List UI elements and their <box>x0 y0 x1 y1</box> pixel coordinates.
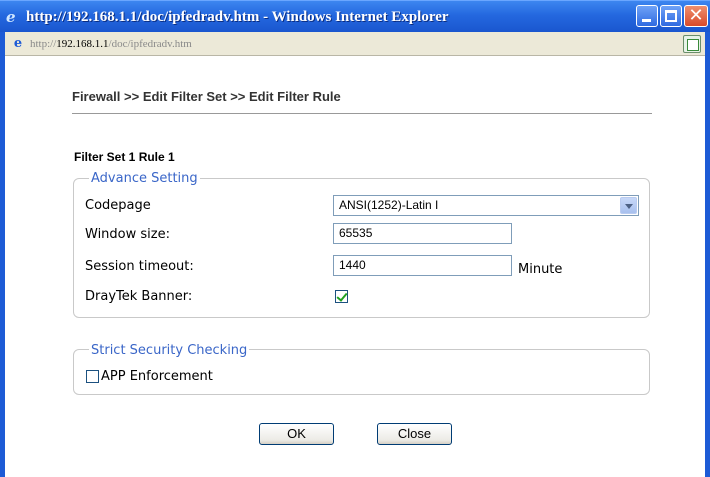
window-size-input[interactable]: 65535 <box>333 223 512 244</box>
address-url[interactable]: http://192.168.1.1/doc/ipfedradv.htm <box>30 37 192 51</box>
url-path: /doc/ipfedradv.htm <box>108 38 192 50</box>
session-timeout-label: Session timeout: <box>85 259 194 274</box>
internet-explorer-icon: e <box>6 8 16 26</box>
draytek-banner-checkbox[interactable] <box>335 290 348 303</box>
section-title: Filter Set 1 Rule 1 <box>74 150 175 164</box>
maximize-icon <box>665 10 677 22</box>
title-divider <box>72 113 652 114</box>
advance-setting-legend: Advance Setting <box>89 171 200 186</box>
codepage-label: Codepage <box>85 198 151 213</box>
page-title: Firewall >> Edit Filter Set >> Edit Filt… <box>72 89 341 104</box>
close-window-button[interactable]: ✕ <box>684 5 708 27</box>
strict-security-legend: Strict Security Checking <box>89 343 250 358</box>
app-enforcement-checkbox[interactable] <box>86 370 99 383</box>
page-icon[interactable] <box>683 35 701 53</box>
close-icon: ✕ <box>688 5 704 26</box>
minimize-button[interactable] <box>636 5 658 27</box>
address-bar[interactable]: e http://192.168.1.1/doc/ipfedradv.htm <box>5 32 705 56</box>
codepage-select[interactable]: ANSI(1252)-Latin I <box>333 195 639 216</box>
title-bar: e http://192.168.1.1/doc/ipfedradv.htm -… <box>0 0 710 32</box>
codepage-value: ANSI(1252)-Latin I <box>339 198 439 212</box>
chevron-down-icon[interactable] <box>620 197 637 214</box>
url-host: 192.168.1.1 <box>56 38 109 50</box>
window-frame-right <box>705 32 710 477</box>
ok-button[interactable]: OK <box>259 423 334 445</box>
close-button[interactable]: Close <box>377 423 452 445</box>
session-timeout-input[interactable]: 1440 <box>333 255 512 276</box>
session-timeout-unit: Minute <box>518 262 563 277</box>
app-enforcement-label: APP Enforcement <box>101 369 213 384</box>
url-prefix: http:// <box>30 38 57 50</box>
minimize-icon <box>642 19 651 22</box>
window-size-label: Window size: <box>85 227 170 242</box>
draytek-banner-label: DrayTek Banner: <box>85 289 193 304</box>
page-favicon-icon: e <box>13 36 23 51</box>
maximize-button[interactable] <box>660 5 682 27</box>
window-title: http://192.168.1.1/doc/ipfedradv.htm - W… <box>26 9 449 25</box>
